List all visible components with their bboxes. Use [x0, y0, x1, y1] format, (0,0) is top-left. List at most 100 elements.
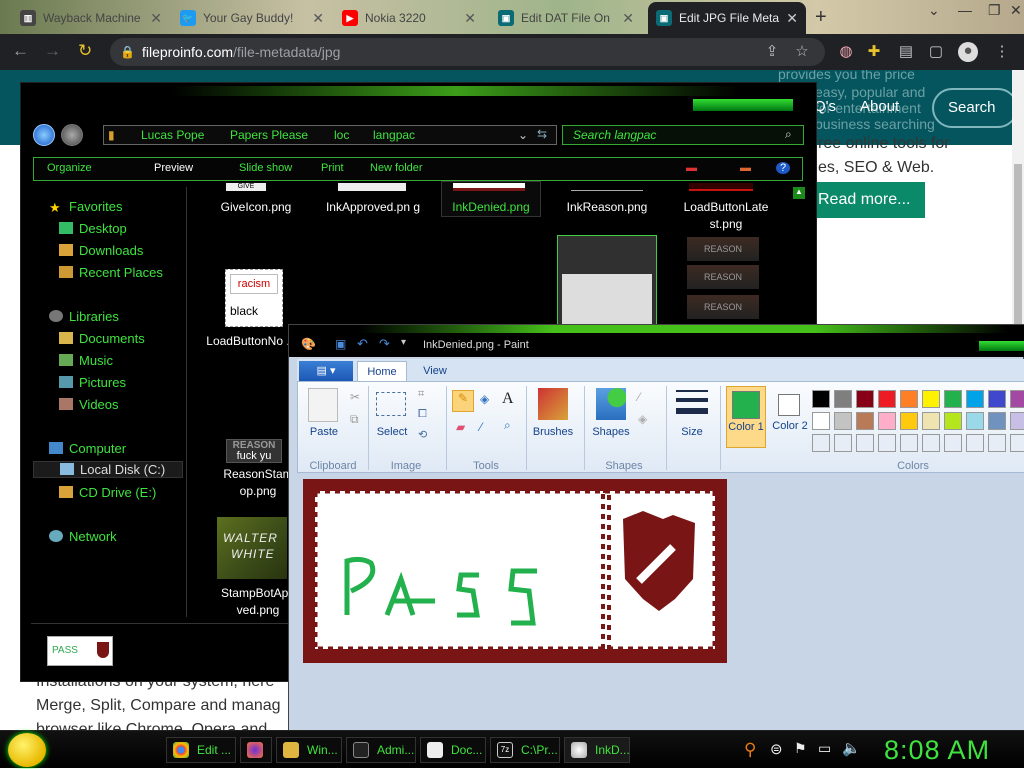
taskbar-paint[interactable]: InkD... — [564, 737, 630, 763]
brushes-button[interactable]: Brushes — [530, 426, 576, 438]
custom-color-slot[interactable] — [812, 434, 830, 452]
file-ink-reason[interactable]: InkReason.png — [557, 199, 657, 216]
file-give-icon[interactable]: GiveIcon.png — [209, 199, 303, 216]
close-tab-icon[interactable]: ✕ — [622, 10, 634, 27]
close-tab-icon[interactable]: ✕ — [312, 10, 324, 27]
custom-color-slot[interactable] — [988, 434, 1006, 452]
custom-color-slot[interactable] — [878, 434, 896, 452]
outline-icon[interactable]: ⁄ — [638, 390, 640, 404]
address-bar[interactable]: 🔒 fileproinfo.com/file-metadata/jpg — [110, 38, 825, 66]
color2-selector[interactable]: Color 2 — [772, 386, 808, 448]
palette-swatch[interactable] — [966, 390, 984, 408]
customize-qat-icon[interactable]: ▾ — [401, 337, 406, 348]
organize-button[interactable]: Organize — [47, 162, 92, 174]
palette-swatch[interactable] — [900, 412, 918, 430]
nav-music[interactable]: Music — [59, 353, 113, 368]
preview-button[interactable]: Preview — [154, 162, 193, 174]
thumb-reason-stamp[interactable]: REASON fuck yu — [226, 439, 282, 463]
thumb-load-button-latest[interactable] — [689, 183, 753, 191]
breadcrumb-item[interactable]: langpac — [373, 126, 415, 144]
print-button[interactable]: Print — [321, 162, 344, 174]
forward-icon[interactable]: → — [44, 41, 61, 61]
nav-computer[interactable]: Computer — [49, 441, 126, 456]
custom-color-slot[interactable] — [834, 434, 852, 452]
palette-swatch[interactable] — [988, 412, 1006, 430]
taskbar-chrome[interactable]: Edit ... — [166, 737, 236, 763]
thumb-ink-approved[interactable] — [338, 183, 406, 191]
close-tab-icon[interactable]: ✕ — [786, 10, 798, 27]
nav-pictures[interactable]: Pictures — [59, 375, 126, 390]
nav-about-link[interactable]: About — [860, 98, 899, 115]
profile-avatar-icon[interactable]: ● — [958, 42, 978, 62]
paste-icon[interactable] — [308, 388, 338, 422]
palette-swatch[interactable] — [812, 390, 830, 408]
size-button[interactable]: Size — [672, 426, 712, 438]
select-button[interactable]: Select — [372, 426, 412, 438]
nav-libraries[interactable]: Libraries — [49, 309, 119, 324]
shapes-button[interactable]: Shapes — [588, 426, 634, 438]
resize-icon[interactable]: ⧠ — [418, 408, 427, 421]
view-icon[interactable]: ▬ — [686, 162, 697, 174]
canvas-image[interactable] — [303, 479, 727, 663]
save-icon[interactable]: ▣ — [335, 337, 346, 351]
restore-icon[interactable]: ❐ — [988, 2, 1001, 19]
tab-view[interactable]: View — [415, 361, 455, 381]
nav-network[interactable]: Network — [49, 529, 117, 544]
tab-edit-jpg-file-meta[interactable]: ▣ Edit JPG File Meta ✕ — [648, 2, 806, 34]
new-tab-button[interactable]: + — [815, 6, 827, 29]
nav-videos[interactable]: Videos — [59, 397, 119, 412]
custom-color-slot[interactable] — [900, 434, 918, 452]
nav-documents[interactable]: Documents — [59, 331, 145, 346]
breadcrumb-item[interactable]: Lucas Pope — [141, 126, 204, 144]
reload-icon[interactable]: ↻ — [78, 41, 92, 61]
file-load-button-latest[interactable]: LoadButtonLate st.png — [676, 199, 776, 233]
palette-swatch[interactable] — [812, 412, 830, 430]
fill-icon[interactable]: ◈ — [480, 392, 489, 406]
sidebar-icon[interactable]: ▢ — [926, 42, 946, 62]
breadcrumb-item[interactable]: Papers Please — [230, 126, 308, 144]
palette-swatch[interactable] — [834, 390, 852, 408]
cut-icon[interactable]: ✂ — [350, 390, 360, 404]
thumb-reason-stamp-3[interactable]: REASON — [687, 295, 759, 319]
tab-nokia-3220[interactable]: ▶ Nokia 3220 ✕ — [334, 2, 484, 34]
new-folder-button[interactable]: New folder — [370, 162, 423, 174]
taskbar-firefox[interactable] — [240, 737, 272, 763]
taskbar-documents[interactable]: Doc... — [420, 737, 486, 763]
custom-color-slot[interactable] — [966, 434, 984, 452]
palette-swatch[interactable] — [900, 390, 918, 408]
site-search-button[interactable]: Search — [932, 88, 1012, 128]
flag-extension-icon[interactable]: ◍ — [836, 42, 856, 62]
refresh-icon[interactable]: ⇆ — [537, 127, 547, 141]
slideshow-button[interactable]: Slide show — [239, 162, 292, 174]
minimize-icon[interactable]: — — [958, 2, 972, 18]
palette-swatch[interactable] — [856, 390, 874, 408]
paint-menu-button[interactable]: ▤ ▾ — [299, 361, 353, 381]
palette-swatch[interactable] — [1010, 412, 1024, 430]
thumb-load-button-no[interactable]: racism black — [225, 269, 283, 327]
window-controls[interactable] — [693, 99, 793, 111]
palette-swatch[interactable] — [944, 390, 962, 408]
text-icon[interactable]: A — [502, 390, 514, 408]
nav-local-disk[interactable]: Local Disk (C:) — [33, 461, 183, 478]
undo-icon[interactable]: ↶ — [357, 336, 368, 352]
color1-selector[interactable]: Color 1 — [726, 386, 766, 448]
color-picker-icon[interactable]: ⁄ — [480, 420, 482, 434]
nav-favorites[interactable]: ★ Favorites — [49, 199, 122, 215]
thumb-newspaper[interactable] — [557, 235, 657, 325]
brushes-icon[interactable] — [538, 388, 568, 420]
palette-swatch[interactable] — [834, 412, 852, 430]
preview-pane-icon[interactable]: ▬ — [740, 162, 751, 174]
read-more-button[interactable]: Read more... — [810, 182, 925, 218]
share-icon[interactable]: ⇪ — [762, 42, 782, 62]
start-smiley-icon[interactable] — [8, 733, 46, 767]
palette-swatch[interactable] — [988, 390, 1006, 408]
paint-app-icon[interactable]: 🎨 — [301, 337, 316, 351]
thumb-give-icon[interactable]: GIVE — [226, 183, 266, 191]
palette-swatch[interactable] — [922, 412, 940, 430]
custom-color-slot[interactable] — [856, 434, 874, 452]
tab-your-gay-buddy[interactable]: 🐦 Your Gay Buddy! ✕ — [172, 2, 332, 34]
thumb-reason-stamp-1[interactable]: REASON — [687, 237, 759, 261]
tab-wayback-machine[interactable]: ▥ Wayback Machine ✕ — [12, 2, 170, 34]
eraser-icon[interactable]: ▰ — [456, 420, 465, 434]
search-icon[interactable]: ⚲ — [744, 740, 756, 760]
